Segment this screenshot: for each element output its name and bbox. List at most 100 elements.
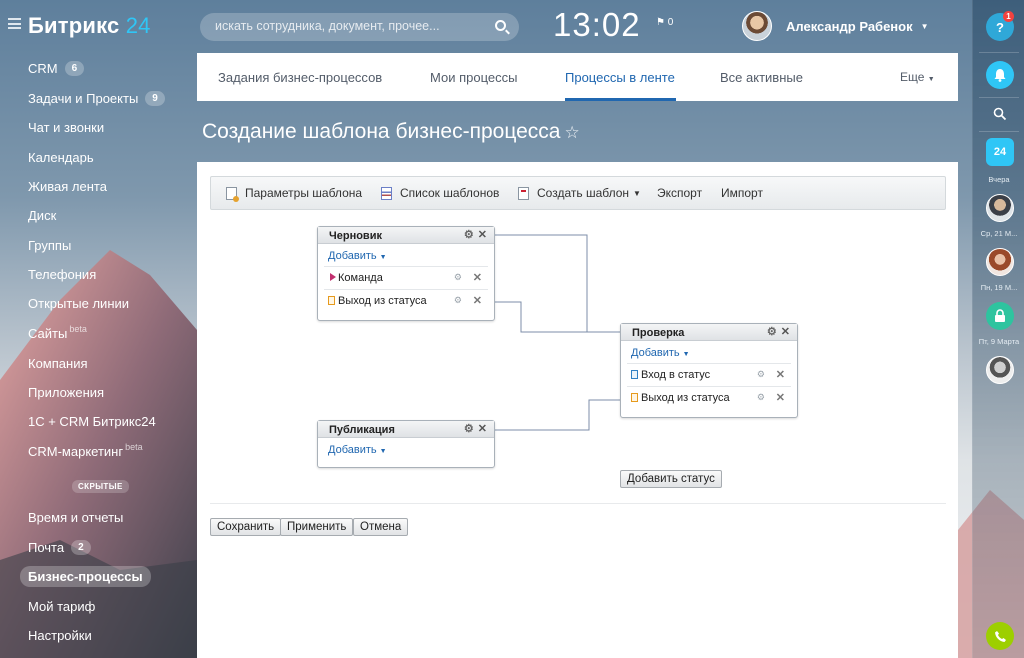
state-row-enter[interactable]: Вход в статус ⚙ ✕ bbox=[627, 363, 791, 386]
nav-item-crm[interactable]: CRM 6 bbox=[28, 61, 85, 76]
bitrix24-chat-icon[interactable]: 24 bbox=[986, 138, 1014, 166]
add-status-button[interactable]: Добавить статус bbox=[620, 470, 722, 488]
tab-all-active[interactable]: Все активные bbox=[720, 70, 803, 85]
chat-date-label: Пт, 9 Марта bbox=[978, 337, 1020, 346]
tab-bar: Задания бизнес-процессов Мои процессы Пр… bbox=[197, 53, 958, 101]
left-menu: CRM 6 Задачи и Проекты 9 Чат и звонки Кале… bbox=[0, 52, 196, 658]
nav-item-time-reports[interactable]: Время и отчеты bbox=[28, 510, 123, 525]
active-tab-indicator bbox=[565, 98, 676, 101]
star-icon[interactable]: ☆ bbox=[564, 123, 579, 142]
close-icon[interactable]: ✕ bbox=[776, 391, 785, 404]
search-icon[interactable] bbox=[986, 100, 1014, 128]
nav-label: Мой тариф bbox=[28, 599, 96, 614]
menu-icon[interactable] bbox=[8, 18, 21, 29]
tab-processes-in-feed[interactable]: Процессы в ленте bbox=[565, 70, 675, 85]
nav-item-disk[interactable]: Диск bbox=[28, 208, 56, 223]
logo-number: 24 bbox=[125, 13, 151, 38]
nav-item-settings[interactable]: Настройки bbox=[28, 628, 92, 643]
connector-publish bbox=[495, 399, 621, 431]
tab-more[interactable]: Еще ▼ bbox=[900, 70, 935, 84]
nav-item-open-lines[interactable]: Открытые линии bbox=[28, 296, 129, 311]
nav-label: 1С + CRM Битрикс24 bbox=[28, 414, 156, 429]
gear-icon[interactable]: ⚙ bbox=[464, 423, 474, 435]
flag-counter[interactable]: ⚑ 0 bbox=[656, 17, 673, 28]
add-command-link[interactable]: Добавить ▼ bbox=[318, 438, 494, 460]
nav-item-chat[interactable]: Чат и звонки bbox=[28, 120, 104, 135]
close-icon[interactable]: ✕ bbox=[478, 423, 487, 435]
avatar[interactable] bbox=[986, 194, 1014, 222]
state-header[interactable]: Черновик ⚙ ✕ bbox=[318, 227, 494, 244]
gear-icon[interactable]: ⚙ bbox=[767, 326, 777, 338]
add-command-link[interactable]: Добавить ▼ bbox=[621, 341, 797, 363]
nav-item-crm-marketing[interactable]: CRM-маркетинг beta bbox=[28, 442, 143, 460]
nav-label: Диск bbox=[28, 208, 57, 223]
state-header[interactable]: Публикация ⚙ ✕ bbox=[318, 421, 494, 438]
close-icon[interactable]: ✕ bbox=[478, 229, 487, 241]
top-header: Битрикс 24 13:02 ⚑ 0 Александр Рабенок ▼ bbox=[0, 0, 972, 52]
save-button[interactable]: Сохранить bbox=[210, 518, 282, 536]
user-menu[interactable]: Александр Рабенок ▼ bbox=[742, 10, 929, 42]
state-row-command[interactable]: Команда ⚙ ✕ bbox=[324, 266, 488, 289]
nav-item-mail[interactable]: Почта 2 bbox=[28, 540, 91, 555]
gear-icon[interactable]: ⚙ bbox=[464, 229, 474, 241]
phone-icon[interactable] bbox=[986, 622, 1014, 650]
state-review[interactable]: Проверка ⚙ ✕ Добавить ▼ Вход в статус ⚙ ✕ Вых… bbox=[620, 323, 798, 418]
nav-label: Почта bbox=[28, 540, 65, 555]
nav-item-company[interactable]: Компания bbox=[28, 356, 88, 371]
nav-item-telephony[interactable]: Телефония bbox=[28, 267, 96, 282]
user-name: Александр Рабенок bbox=[786, 18, 913, 34]
row-label: Выход из статуса bbox=[641, 392, 730, 404]
command-icon bbox=[330, 273, 336, 281]
chevron-down-icon: ▼ bbox=[682, 351, 690, 358]
lock-icon[interactable] bbox=[986, 302, 1014, 330]
tab-bp-tasks[interactable]: Задания бизнес-процессов bbox=[218, 70, 382, 85]
state-draft[interactable]: Черновик ⚙ ✕ Добавить ▼ Команда ⚙ ✕ Выход из … bbox=[317, 226, 495, 321]
nav-item-tasks[interactable]: Задачи и Проекты 9 bbox=[28, 91, 165, 106]
nav-label: CRM bbox=[28, 61, 58, 76]
apply-button[interactable]: Применить bbox=[280, 518, 354, 536]
search-icon[interactable] bbox=[495, 20, 506, 31]
chevron-down-icon: ▼ bbox=[920, 21, 929, 31]
chevron-down-icon: ▼ bbox=[379, 448, 387, 455]
nav-item-feed[interactable]: Живая лента bbox=[28, 179, 107, 194]
avatar[interactable] bbox=[986, 356, 1014, 384]
gear-icon[interactable]: ⚙ bbox=[757, 392, 765, 403]
add-command-link[interactable]: Добавить ▼ bbox=[318, 244, 494, 266]
gear-icon[interactable]: ⚙ bbox=[454, 272, 462, 283]
search-bar[interactable] bbox=[200, 13, 519, 41]
nav-item-groups[interactable]: Группы bbox=[28, 238, 71, 253]
close-icon[interactable]: ✕ bbox=[473, 294, 482, 307]
tab-my-processes[interactable]: Мои процессы bbox=[430, 70, 517, 85]
gear-icon[interactable]: ⚙ bbox=[757, 369, 765, 380]
nav-item-1c[interactable]: 1С + CRM Битрикс24 bbox=[28, 414, 156, 429]
nav-item-calendar[interactable]: Календарь bbox=[28, 150, 94, 165]
exit-icon bbox=[631, 393, 638, 402]
cancel-button[interactable]: Отмена bbox=[353, 518, 409, 536]
connector-review-exit bbox=[495, 399, 621, 431]
close-icon[interactable]: ✕ bbox=[781, 326, 790, 338]
bell-icon[interactable] bbox=[986, 61, 1014, 89]
close-icon[interactable]: ✕ bbox=[776, 368, 785, 381]
hidden-section-label[interactable]: СКРЫТЫЕ bbox=[72, 480, 129, 493]
avatar[interactable] bbox=[986, 248, 1014, 276]
nav-label: Приложения bbox=[28, 385, 105, 400]
state-row-exit[interactable]: Выход из статуса ⚙ ✕ bbox=[627, 386, 791, 409]
chevron-down-icon: ▼ bbox=[379, 254, 387, 261]
logo[interactable]: Битрикс 24 bbox=[28, 13, 151, 39]
logo-text: Битрикс bbox=[28, 13, 120, 38]
state-row-exit[interactable]: Выход из статуса ⚙ ✕ bbox=[324, 289, 488, 312]
search-input[interactable] bbox=[215, 19, 485, 33]
gear-icon[interactable]: ⚙ bbox=[454, 295, 462, 306]
nav-label: CRM-маркетинг bbox=[28, 444, 124, 459]
nav-item-apps[interactable]: Приложения bbox=[28, 385, 104, 400]
nav-label: Чат и звонки bbox=[28, 120, 105, 135]
row-label: Команда bbox=[338, 272, 383, 284]
state-publish[interactable]: Публикация ⚙ ✕ Добавить ▼ bbox=[317, 420, 495, 468]
nav-label: Календарь bbox=[28, 150, 94, 165]
close-icon[interactable]: ✕ bbox=[473, 271, 482, 284]
nav-item-tariff[interactable]: Мой тариф bbox=[28, 599, 95, 614]
nav-item-business-processes[interactable]: Бизнес-процессы bbox=[20, 566, 151, 587]
nav-item-sites[interactable]: Сайты beta bbox=[28, 324, 87, 342]
state-header[interactable]: Проверка ⚙ ✕ bbox=[621, 324, 797, 341]
page-title: Создание шаблона бизнес-процесса ☆ bbox=[202, 120, 580, 144]
